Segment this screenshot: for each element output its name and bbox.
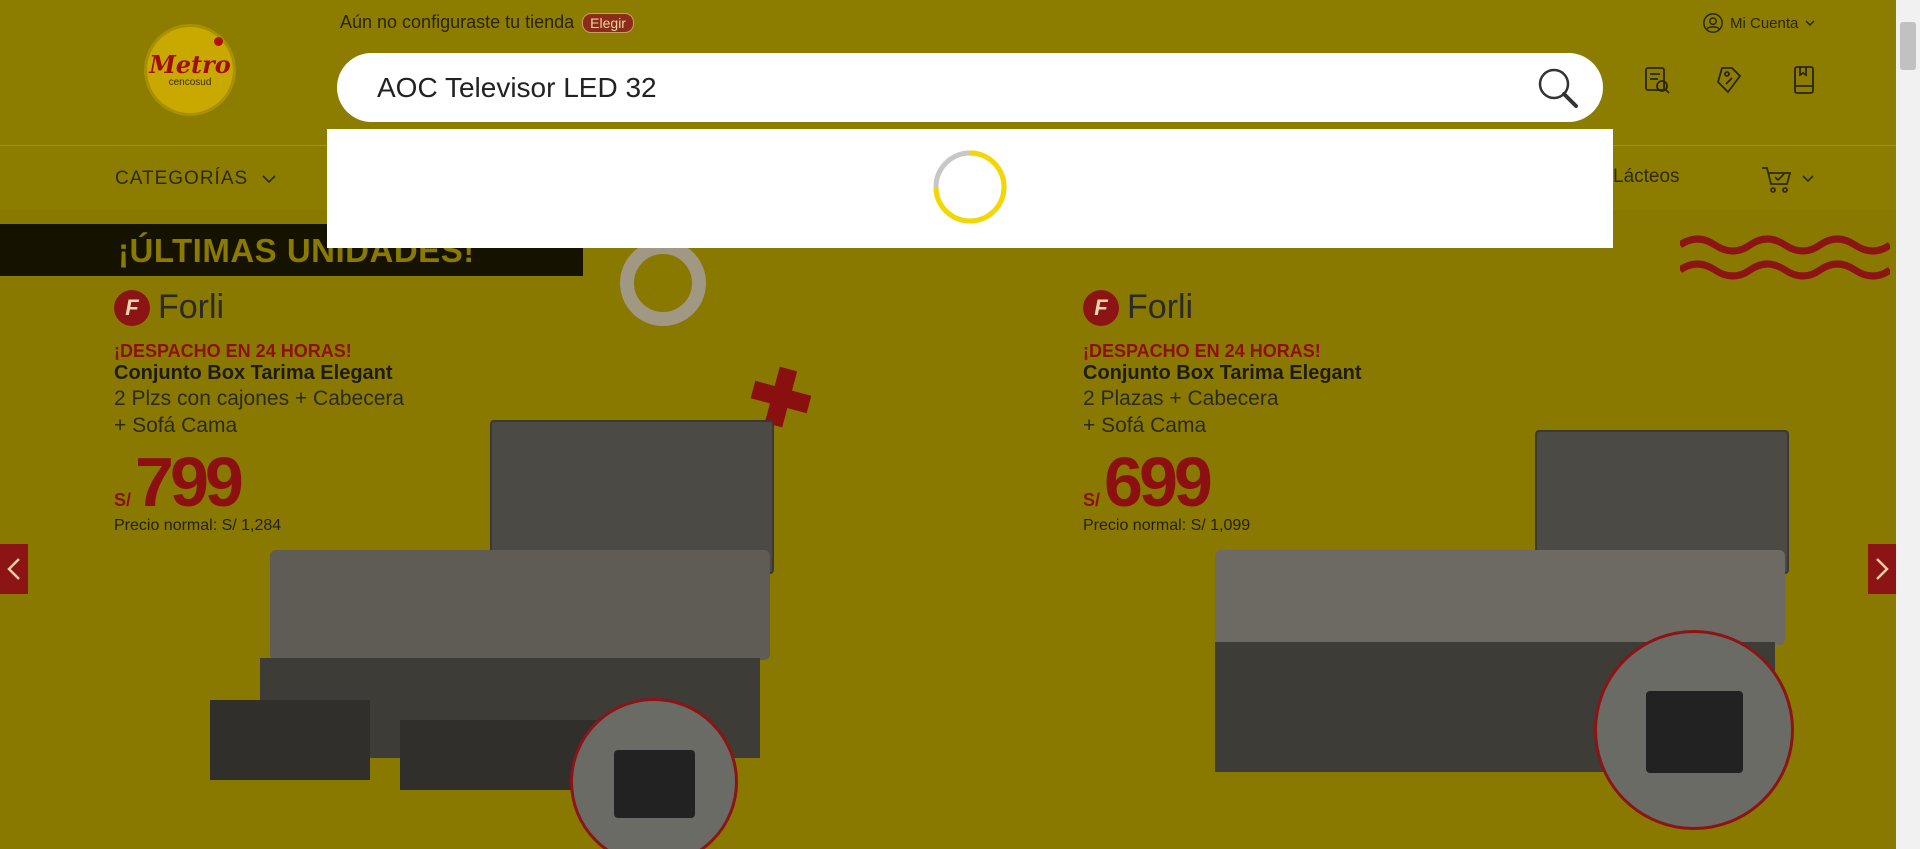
forli-logo: F Forli [1083,288,1362,327]
shipping-note: ¡DESPACHO EN 24 HORAS! [1083,341,1321,361]
decor-waves [1680,235,1890,280]
carousel-prev-button[interactable] [0,544,28,594]
sofa-bed-image-2 [1594,630,1794,830]
chevron-down-icon [262,175,276,184]
logo-brand: Metro [149,49,231,79]
currency: S/ [1083,490,1101,510]
forli-icon: F [114,289,150,326]
decor-ring [620,240,706,326]
coupons-icon [1716,67,1742,94]
shopping-list-button[interactable] [1786,62,1822,98]
shipping-note: ¡DESPACHO EN 24 HORAS! [114,341,352,361]
order-tracking-icon [1645,67,1670,94]
chevron-left-icon [7,558,20,580]
account-label: Mi Cuenta [1730,14,1799,32]
hero-banner[interactable]: ¡ÚLTIMAS UNIDADES! F Forli ¡DESPACHO EN … [0,210,1896,849]
categories-label: CATEGORÍAS [115,168,249,189]
forli-logo: F Forli [114,288,404,327]
logo-dot [214,37,223,46]
chevron-down-icon [1802,175,1814,183]
store-message-text: Aún no configuraste tu tienda [340,12,575,32]
search-bar [337,53,1603,122]
shopping-list-icon [1794,66,1814,94]
chevron-down-icon [1805,20,1815,27]
store-config-message: Aún no configuraste tu tienda Elegir [340,12,634,33]
search-icon [1538,68,1578,108]
categories-menu[interactable]: CATEGORÍAS [115,168,276,190]
product-title: Conjunto Box Tarima Elegant [114,362,393,384]
currency: S/ [114,490,132,510]
loading-spinner-icon [933,150,1007,224]
price-amount: 699 [1104,443,1213,521]
carousel-next-button[interactable] [1868,544,1896,594]
search-suggestions-dropdown [327,129,1613,248]
product-line-1: 2 Plazas + Cabecera [1083,387,1279,410]
order-tracking-button[interactable] [1638,62,1674,98]
product-line-1: 2 Plzs con cajones + Cabecera [114,387,405,410]
site-header: Metro cencosud Aún no configuraste tu ti… [0,0,1896,145]
nav-item-lacteos[interactable]: Lácteos [1613,166,1680,188]
choose-store-button[interactable]: Elegir [582,12,634,33]
coupons-button[interactable] [1712,62,1748,98]
search-button[interactable] [1533,63,1583,113]
user-icon [1703,13,1723,33]
cart-button[interactable] [1760,164,1814,194]
search-input[interactable] [375,70,1479,105]
product-title: Conjunto Box Tarima Elegant [1083,362,1362,384]
metro-logo[interactable]: Metro cencosud [144,24,236,116]
account-menu[interactable]: Mi Cuenta [1702,12,1816,34]
cart-icon [1762,167,1792,193]
forli-icon: F [1083,289,1119,326]
logo-sub: cencosud [168,76,212,88]
chevron-right-icon [1876,558,1889,580]
scrollbar-thumb[interactable] [1900,22,1916,70]
page-scrollbar[interactable] [1896,0,1920,849]
